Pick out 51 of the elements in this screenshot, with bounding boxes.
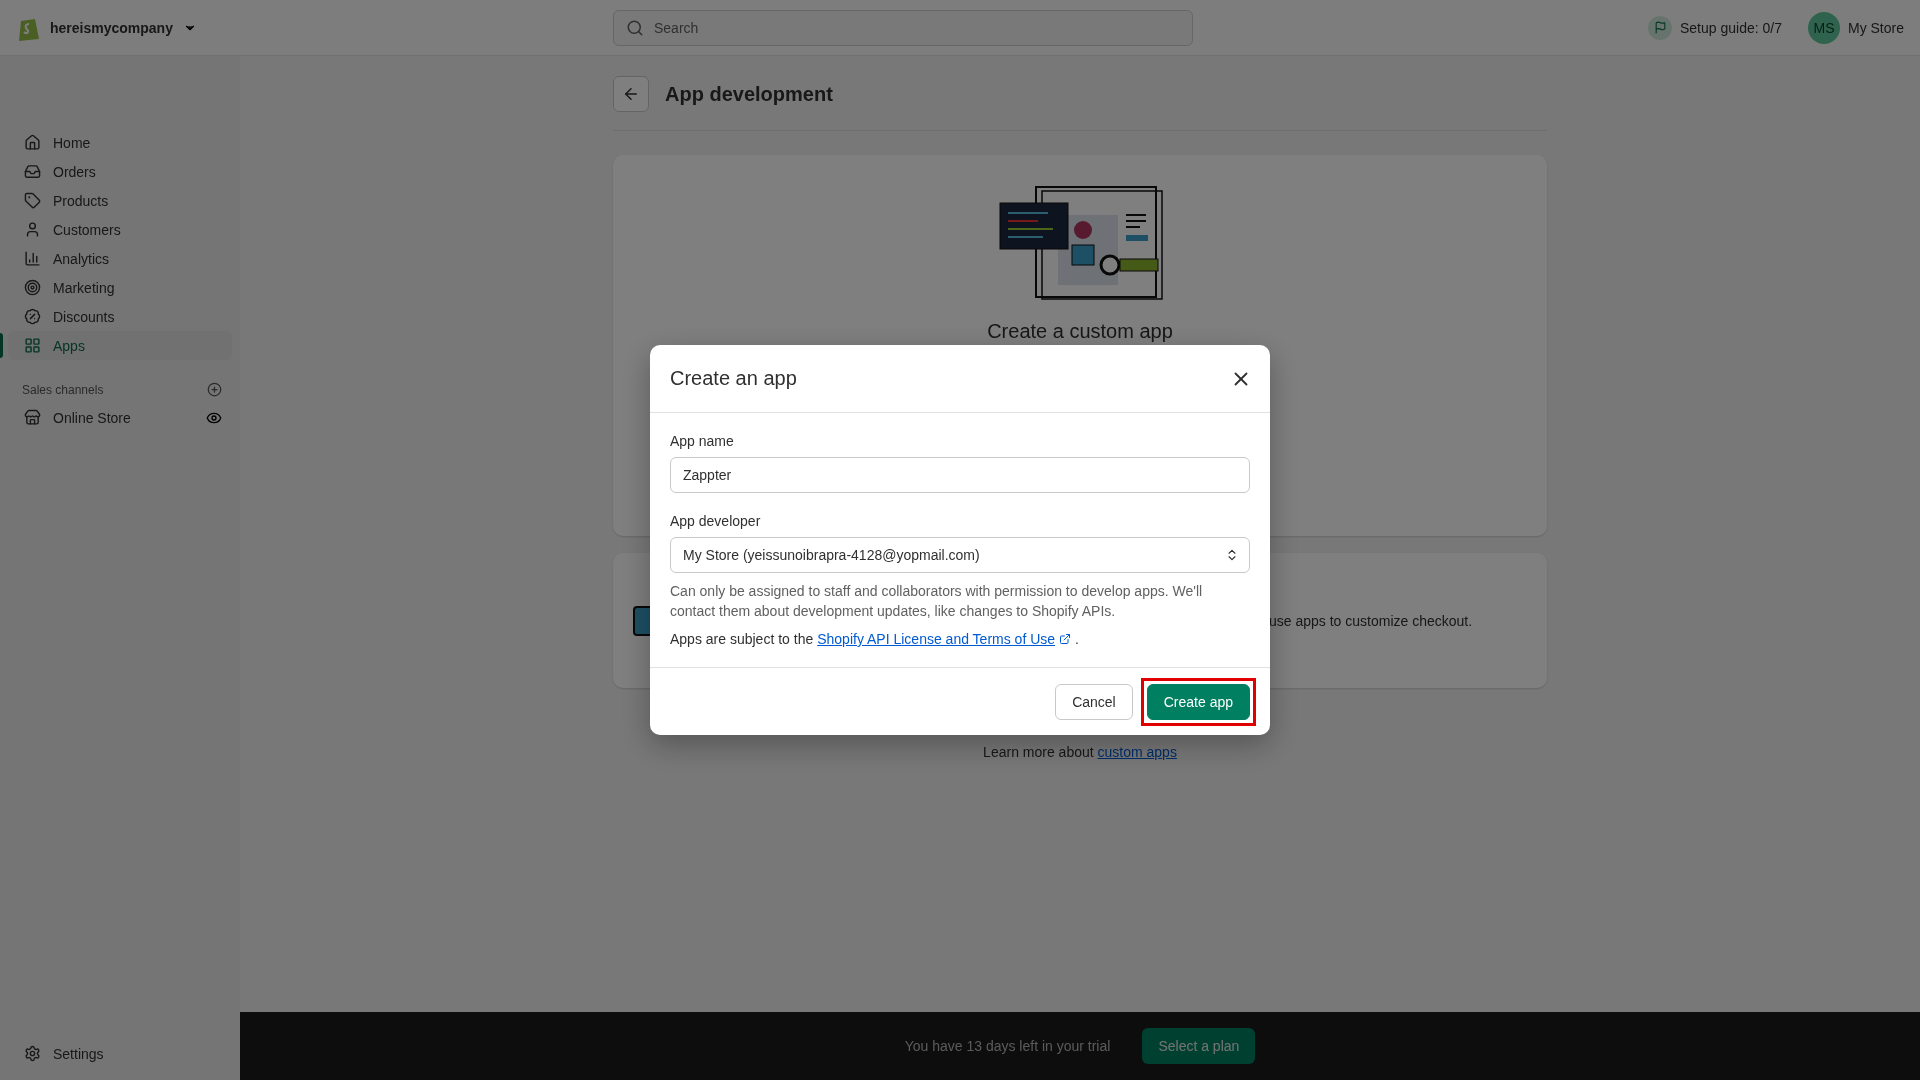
field-label: App developer: [670, 513, 762, 529]
help-text: Can only be assigned to staff and collaborators with permission to develop apps. We'll contact them about development updates, like changes to Shopify APIs.: [670, 582, 1204, 621]
person-icon: [24, 221, 41, 238]
card-text: use apps to customize checkout.: [1269, 612, 1473, 629]
flag-icon: [1653, 21, 1667, 34]
account-name[interactable]: My Store: [1848, 19, 1904, 36]
sidebar-item[interactable]: Home: [8, 128, 232, 157]
section-heading: Sales channels: [22, 382, 104, 397]
input-field[interactable]: Zappter: [670, 457, 1250, 493]
dialog-title: Create an app: [670, 367, 797, 390]
search-icon: [626, 18, 644, 37]
inbox-icon: [24, 163, 41, 180]
card-title: Create a custom app: [987, 320, 1173, 343]
cancel-button[interactable]: Cancel: [1055, 683, 1133, 720]
selection-indicator: [0, 333, 3, 358]
terms-text: Apps are subject to the: [670, 631, 814, 647]
select-plan-button[interactable]: Select a plan: [1142, 1028, 1256, 1064]
learn-more-text: Learn more about custom apps: [982, 744, 1178, 760]
percent-badge-icon: [24, 308, 41, 325]
sidebar-item[interactable]: Online Store: [8, 403, 201, 432]
search-field[interactable]: Search: [613, 9, 1193, 46]
custom-apps-link[interactable]: custom apps: [1097, 744, 1177, 760]
home-icon: [24, 134, 41, 151]
sidebar-item[interactable]: Products: [8, 186, 232, 215]
settings-item[interactable]: Settings: [8, 1039, 232, 1068]
external-link-icon: [1059, 633, 1072, 645]
target-icon: [24, 279, 41, 296]
trial-text: You have 13 days left in your trial: [904, 1038, 1111, 1054]
bar-chart-icon: [24, 250, 41, 267]
sidebar-item[interactable]: Discounts: [8, 302, 232, 331]
sidebar-item[interactable]: Orders: [8, 157, 232, 186]
sidebar-item[interactable]: Apps: [8, 331, 232, 360]
terms-period: .: [1075, 631, 1079, 647]
select-field[interactable]: My Store (yeissunoibrapra-4128@yopmail.com): [670, 537, 1250, 573]
field-label: App name: [670, 433, 735, 449]
tag-icon: [24, 192, 41, 209]
add-icon[interactable]: [207, 382, 222, 397]
sidebar-item[interactable]: Marketing: [8, 273, 232, 302]
grid-icon: [24, 337, 41, 354]
store-icon: [24, 409, 41, 426]
terms-link[interactable]: Shopify API License and Terms of Use: [817, 631, 1056, 647]
settings-icon: [24, 1045, 41, 1062]
sidebar-item[interactable]: Customers: [8, 215, 232, 244]
setup-guide-link[interactable]: Setup guide: 0/7: [1680, 19, 1782, 36]
avatar[interactable]: MS: [1808, 11, 1840, 44]
store-name[interactable]: hereismycompany: [50, 19, 173, 36]
back-button[interactable]: [613, 76, 649, 112]
page-title: App development: [665, 82, 833, 106]
create-app-button[interactable]: Create app: [1146, 683, 1250, 720]
search-placeholder: Search: [654, 19, 699, 36]
sidebar-item[interactable]: Analytics: [8, 244, 232, 273]
